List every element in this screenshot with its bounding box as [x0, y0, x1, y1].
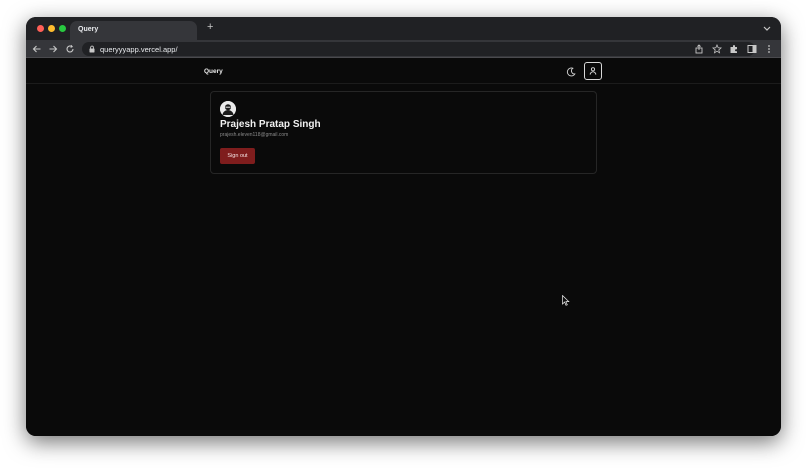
extensions-puzzle-icon[interactable]: [729, 44, 739, 54]
back-arrow-icon[interactable]: [32, 44, 42, 54]
user-name: Prajesh Pratap Singh: [220, 119, 321, 130]
share-icon[interactable]: [694, 44, 704, 54]
tab-title: Query: [78, 26, 99, 33]
browser-menu-icon[interactable]: [764, 44, 774, 54]
profile-card: Prajesh Pratap Singh prajesh.eleven118@g…: [210, 91, 597, 174]
address-bar[interactable]: queryyyapp.vercel.app/: [82, 42, 755, 56]
reload-icon[interactable]: [65, 44, 75, 54]
url-text[interactable]: queryyyapp.vercel.app/: [100, 45, 178, 54]
side-panel-icon[interactable]: [747, 44, 757, 54]
sign-out-button[interactable]: Sign out: [220, 148, 255, 164]
mouse-cursor-icon: [562, 295, 570, 306]
user-email: prajesh.eleven118@gmail.com: [220, 132, 289, 138]
browser-toolbar: queryyyapp.vercel.app/: [26, 40, 781, 58]
header-divider: [26, 83, 781, 84]
web-page: Query Prajesh Pratap Singh prajesh.eleve…: [26, 58, 781, 436]
new-tab-button[interactable]: +: [207, 22, 213, 33]
moon-icon[interactable]: [564, 65, 578, 79]
chevron-down-icon[interactable]: [762, 23, 772, 33]
maximize-window-button[interactable]: [59, 25, 66, 32]
bookmark-star-icon[interactable]: [712, 44, 722, 54]
user-avatar: [220, 101, 236, 117]
user-icon: [589, 67, 597, 75]
browser-window: Query + queryyyapp.vercel.app/ Query Pra…: [26, 17, 781, 436]
browser-tab[interactable]: Query: [70, 21, 197, 40]
avatar-image: [220, 101, 236, 117]
lock-icon[interactable]: [88, 45, 96, 53]
tab-strip: Query +: [26, 17, 781, 40]
close-window-button[interactable]: [37, 25, 44, 32]
profile-button[interactable]: [584, 62, 602, 80]
forward-arrow-icon[interactable]: [48, 44, 58, 54]
minimize-window-button[interactable]: [48, 25, 55, 32]
brand-logo-text[interactable]: Query: [204, 68, 223, 75]
